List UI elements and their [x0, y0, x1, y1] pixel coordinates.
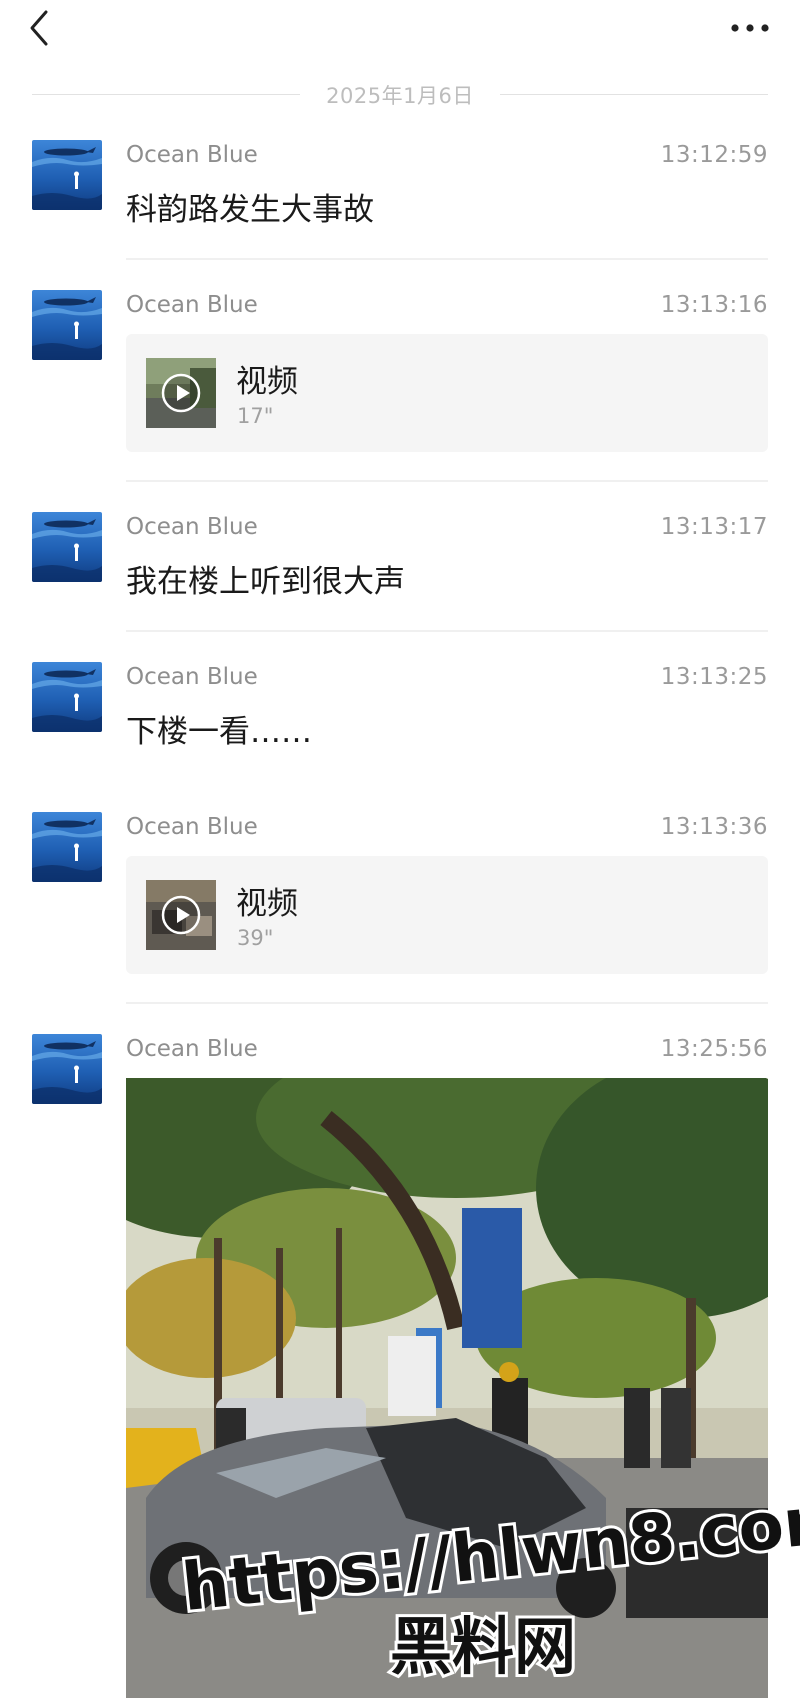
message-time: 13:13:25: [660, 664, 768, 690]
video-thumbnail: [146, 880, 216, 950]
more-dots-icon: [731, 24, 769, 32]
top-bar: [0, 0, 800, 60]
sender-name: Ocean Blue: [126, 664, 258, 690]
avatar[interactable]: [32, 1034, 102, 1104]
watermark-name: 黑料网: [390, 1610, 576, 1682]
message-text: 科韵路发生大事故: [126, 192, 374, 228]
avatar[interactable]: [32, 812, 102, 882]
message-divider: [126, 258, 768, 260]
divider-line-right: [500, 94, 768, 95]
date-divider: 2025年1月6日: [32, 76, 768, 112]
sender-name: Ocean Blue: [126, 1036, 258, 1062]
message-text: 我在楼上听到很大声: [126, 564, 405, 600]
more-options-button[interactable]: [726, 8, 774, 48]
message-time: 13:13:36: [660, 814, 768, 840]
play-icon: [161, 373, 201, 413]
avatar[interactable]: [32, 662, 102, 732]
message-divider: [126, 480, 768, 482]
message-divider: [126, 630, 768, 632]
back-button[interactable]: [22, 6, 62, 50]
video-message-card[interactable]: 视频 17": [126, 334, 768, 452]
sender-name: Ocean Blue: [126, 142, 258, 168]
message-time: 13:25:56: [660, 1036, 768, 1062]
avatar[interactable]: [32, 140, 102, 210]
watermark-url: https://hlwn8.com: [180, 1479, 800, 1626]
sender-name: Ocean Blue: [126, 292, 258, 318]
message-divider: [126, 1002, 768, 1004]
play-icon: [161, 895, 201, 935]
video-title: 视频: [236, 364, 298, 400]
date-label: 2025年1月6日: [326, 84, 474, 108]
video-duration: 17": [237, 404, 274, 428]
sender-name: Ocean Blue: [126, 814, 258, 840]
video-title: 视频: [236, 886, 298, 922]
divider-line-left: [32, 94, 300, 95]
avatar[interactable]: [32, 290, 102, 360]
watermark: https://hlwn8.com 黑料网: [175, 1468, 800, 1686]
message-text: 下楼一看……: [126, 714, 312, 750]
sender-name: Ocean Blue: [126, 514, 258, 540]
avatar[interactable]: [32, 512, 102, 582]
message-time: 13:13:17: [660, 514, 768, 540]
video-message-card[interactable]: 视频 39": [126, 856, 768, 974]
video-thumbnail: [146, 358, 216, 428]
video-duration: 39": [237, 926, 274, 950]
chevron-left-icon: [30, 10, 48, 46]
message-time: 13:13:16: [660, 292, 768, 318]
message-time: 13:12:59: [660, 142, 768, 168]
